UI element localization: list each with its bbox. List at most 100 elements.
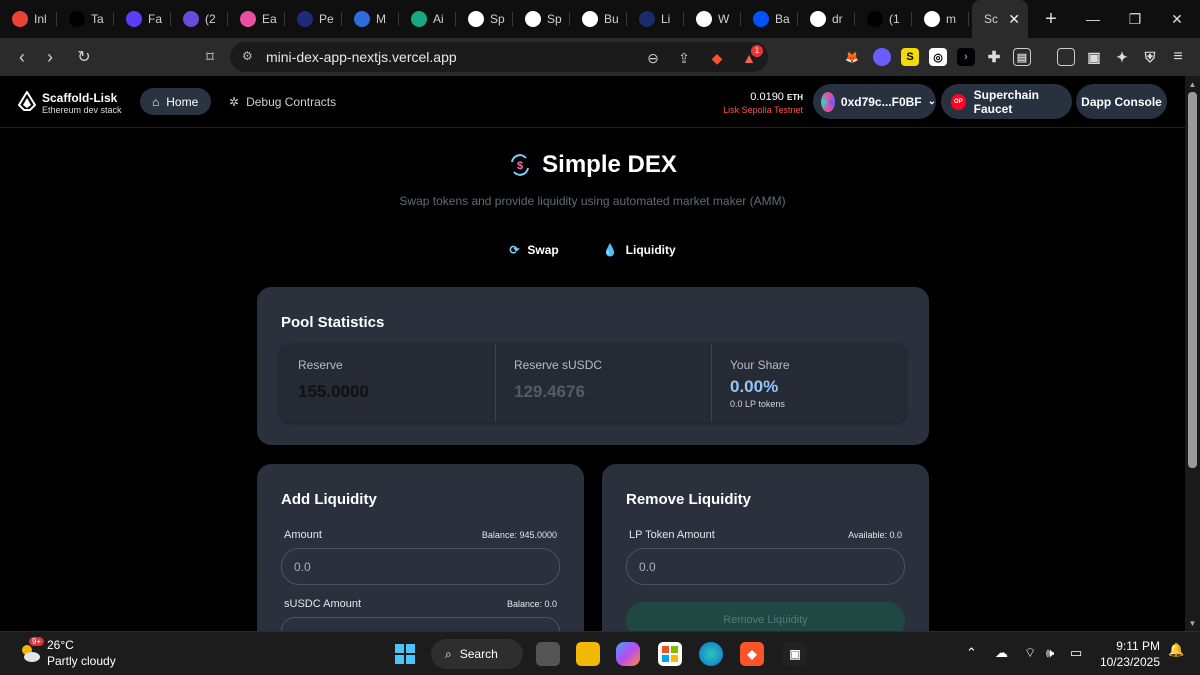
- nav-debug-label: Debug Contracts: [246, 94, 337, 109]
- tab-list: Inl Ta Fa (2 Ea Pe M Ai Sp Sp Bu Li W Ba dr (1 m: [0, 0, 969, 38]
- windows-start-icon[interactable]: [393, 642, 417, 666]
- browser-tab[interactable]: Ea: [228, 0, 285, 38]
- browser-tab[interactable]: Inl: [0, 0, 57, 38]
- bug-icon: ✲: [229, 94, 240, 109]
- brand-title[interactable]: Scaffold-Lisk: [42, 91, 117, 105]
- superchain-faucet-button[interactable]: OP Superchain Faucet: [941, 84, 1072, 119]
- amount-input[interactable]: 0.0: [281, 548, 560, 585]
- active-tab[interactable]: Sc ✕: [972, 0, 1028, 38]
- share-icon[interactable]: ⇪: [675, 49, 693, 67]
- onedrive-icon[interactable]: ☁: [995, 645, 1008, 661]
- brave-shields-icon[interactable]: ◆: [708, 49, 726, 67]
- n-icon: [126, 11, 142, 27]
- browser-tab[interactable]: (1: [855, 0, 912, 38]
- edge-icon[interactable]: [699, 642, 723, 666]
- scroll-up-icon[interactable]: ▲: [1187, 80, 1198, 89]
- wifi-icon[interactable]: ⌔: [1024, 645, 1036, 661]
- close-tab-icon[interactable]: ✕: [1008, 11, 1020, 28]
- nav-debug-contracts[interactable]: ✲ Debug Contracts: [229, 88, 336, 115]
- badge-icon: [183, 11, 199, 27]
- stat-reserve-value: 155.0000: [298, 382, 369, 401]
- notifications-icon[interactable]: 🔔: [1168, 642, 1184, 658]
- dapp-console-button[interactable]: Dapp Console: [1076, 84, 1167, 119]
- rewards-badge: 1: [751, 45, 763, 57]
- lisk-logo-icon[interactable]: [18, 91, 36, 111]
- nav-home[interactable]: ⌂ Home: [140, 88, 211, 115]
- browser-tab[interactable]: M: [342, 0, 399, 38]
- tab-liquidity-label: Liquidity: [625, 243, 676, 257]
- browser-tab-label: dr: [832, 12, 843, 26]
- browser-tab[interactable]: Sp: [513, 0, 570, 38]
- microsoft-store-icon[interactable]: [658, 642, 682, 666]
- tab-liquidity[interactable]: 💧 Liquidity: [603, 243, 676, 257]
- browser-tab[interactable]: Ta: [57, 0, 114, 38]
- account-dropdown[interactable]: 0xd79c...F0BF ⌄: [813, 84, 936, 119]
- browser-tab[interactable]: dr: [798, 0, 855, 38]
- lp-token-amount-input[interactable]: 0.0: [626, 548, 905, 585]
- volume-icon[interactable]: 🕪: [1046, 645, 1054, 661]
- terminal-extension-icon[interactable]: ›: [957, 48, 975, 66]
- weather-temperature[interactable]: 26°C: [47, 638, 74, 652]
- browser-tab-label: (2: [205, 12, 216, 26]
- close-window-icon[interactable]: ✕: [1154, 0, 1200, 38]
- task-view-icon[interactable]: [536, 642, 560, 666]
- browser-tab[interactable]: Ai: [399, 0, 456, 38]
- browser-tab[interactable]: W: [684, 0, 741, 38]
- browser-tab[interactable]: Bu: [570, 0, 627, 38]
- amount-label: Amount: [284, 529, 322, 541]
- browser-tab[interactable]: Pe: [285, 0, 342, 38]
- browser-tab-label: W: [718, 12, 730, 26]
- wallet-extension-icon[interactable]: [873, 48, 891, 66]
- hf-icon: [297, 11, 313, 27]
- forward-icon[interactable]: ›: [36, 47, 64, 68]
- scroll-down-icon[interactable]: ▼: [1187, 619, 1198, 628]
- browser-tab[interactable]: Fa: [114, 0, 171, 38]
- menu-icon[interactable]: ≡: [1169, 48, 1187, 66]
- new-tab-button[interactable]: +: [1036, 8, 1066, 31]
- tab-swap[interactable]: ⟳ Swap: [509, 243, 558, 257]
- copilot-icon[interactable]: [616, 642, 640, 666]
- scrollbar-thumb[interactable]: [1188, 92, 1197, 468]
- zoom-icon[interactable]: ⊖: [644, 49, 662, 67]
- battery-icon[interactable]: ▭: [1070, 645, 1082, 661]
- app-pinned-icon[interactable]: ▣: [783, 642, 807, 666]
- browser-tab[interactable]: (2: [171, 0, 228, 38]
- browser-tab[interactable]: Li: [627, 0, 684, 38]
- weather-condition[interactable]: Partly cloudy: [47, 654, 116, 668]
- browser-tab[interactable]: Ba: [741, 0, 798, 38]
- file-explorer-icon[interactable]: [576, 642, 600, 666]
- brave-browser-icon[interactable]: ◆: [740, 642, 764, 666]
- stat-share: Your Share 0.00% 0.0 LP tokens: [711, 344, 906, 422]
- vpn-icon[interactable]: ⛨: [1141, 48, 1159, 66]
- reload-icon[interactable]: ↻: [70, 47, 98, 67]
- taskbar-search[interactable]: ⌕ Search: [431, 639, 523, 669]
- planet-icon: [240, 11, 256, 27]
- bookmark-icon[interactable]: ⌑: [196, 48, 224, 66]
- back-icon[interactable]: ‹: [8, 47, 36, 68]
- stat-reserve: Reserve 155.0000: [280, 344, 495, 422]
- browser-tab[interactable]: Sp: [456, 0, 513, 38]
- droplet-icon: 💧: [602, 243, 618, 257]
- wallet-balance: 0.0190 ETH: [750, 91, 803, 103]
- show-hidden-icons-icon[interactable]: ⌃: [966, 645, 977, 661]
- leo-ai-icon[interactable]: ✦: [1113, 48, 1131, 66]
- stat-reserve-susdc: Reserve sUSDC 129.4676: [495, 344, 711, 422]
- susdc-amount-input[interactable]: [281, 617, 560, 631]
- restore-icon[interactable]: ❐: [1112, 0, 1158, 38]
- brand-subtitle: Ethereum dev stack: [42, 105, 122, 115]
- minimize-icon[interactable]: —: [1070, 0, 1116, 38]
- s-extension-icon[interactable]: S: [901, 48, 919, 66]
- address-bar[interactable]: ⚙ mini-dex-app-nextjs.vercel.app ⊖ ⇪ ◆ ▲…: [230, 42, 768, 72]
- metamask-icon[interactable]: 🦊: [843, 48, 861, 66]
- url-text[interactable]: mini-dex-app-nextjs.vercel.app: [266, 49, 457, 65]
- extensions-icon[interactable]: ✚: [985, 48, 1003, 66]
- shield-extension-icon[interactable]: ◎: [929, 48, 947, 66]
- susdc-balance: Balance: 0.0: [506, 599, 557, 609]
- browser-tab[interactable]: m: [912, 0, 969, 38]
- site-settings-icon[interactable]: ⚙: [242, 49, 258, 65]
- reader-icon[interactable]: ▤: [1013, 48, 1031, 66]
- lisk-icon: [525, 11, 541, 27]
- wallet-icon[interactable]: ▣: [1085, 48, 1103, 66]
- clock[interactable]: 9:11 PM 10/23/2025: [1100, 638, 1160, 670]
- sidebar-icon[interactable]: [1057, 48, 1075, 66]
